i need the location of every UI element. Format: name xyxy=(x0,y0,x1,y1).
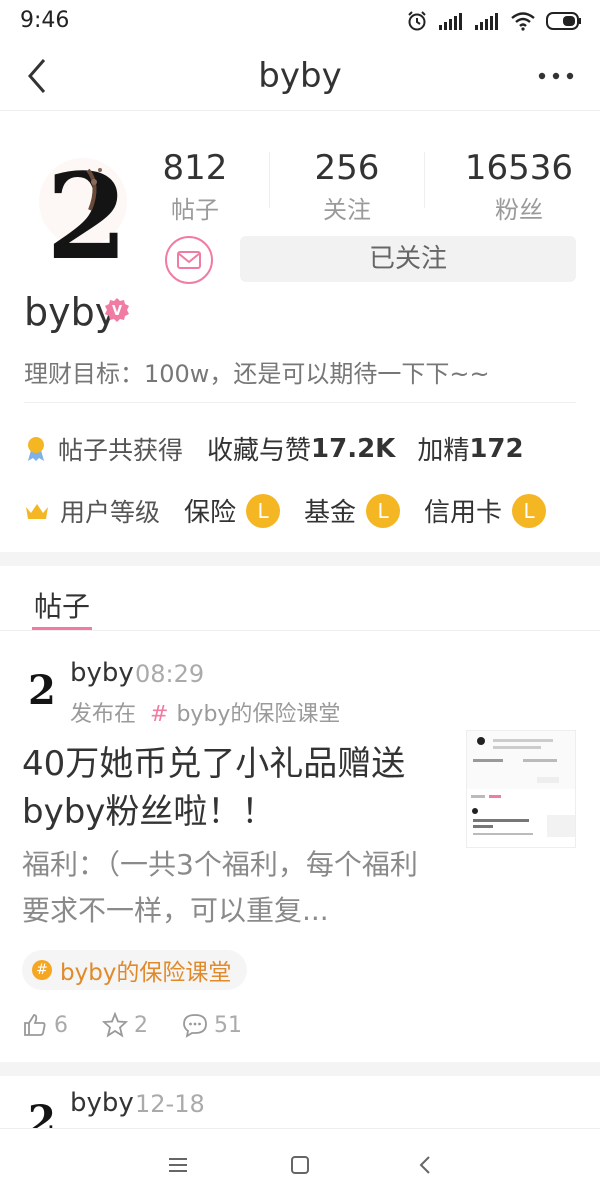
post-excerpt[interactable]: 福利：（一共3个福利，每个福利要求不一样，可以重复... xyxy=(22,842,432,934)
levels-row: 用户等级 保险 L 基金 L 信用卡 L xyxy=(24,492,547,529)
section-divider xyxy=(0,552,600,566)
back-icon[interactable] xyxy=(414,1153,438,1177)
profile-bio: 理财目标：100w，还是可以期待一下下~~ xyxy=(24,360,490,388)
avatar-image-icon: 2 xyxy=(28,667,56,708)
level-item-fund[interactable]: 基金 xyxy=(304,492,356,529)
status-time: 9:46 xyxy=(20,8,70,33)
star-icon xyxy=(102,1012,128,1038)
post-actions: 6 2 51 xyxy=(22,1012,276,1038)
favorite-button[interactable]: 2 xyxy=(102,1012,148,1038)
svg-text:2: 2 xyxy=(28,667,56,708)
likes-label: 收藏与赞 xyxy=(207,436,312,466)
status-bar: 9:46 xyxy=(0,0,600,44)
post-tag-label: byby的保险课堂 xyxy=(60,960,232,986)
favorite-count: 2 xyxy=(134,1012,148,1038)
post-author[interactable]: byby xyxy=(70,1088,134,1118)
hash-icon: # xyxy=(150,702,169,727)
divider xyxy=(24,402,576,403)
battery-icon xyxy=(546,12,581,30)
stat-fans[interactable]: 16536 粉丝 xyxy=(449,148,589,225)
home-icon[interactable] xyxy=(288,1153,312,1177)
likes-value: 17.2K xyxy=(311,433,396,464)
avatar[interactable]: 2 xyxy=(28,140,138,270)
post-topic[interactable]: byby的保险课堂 xyxy=(176,702,340,727)
stat-fans-label: 粉丝 xyxy=(495,196,543,224)
menu-icon[interactable] xyxy=(166,1153,190,1177)
achievements-row: 帖子共获得 收藏与赞 17.2K 加精 172 xyxy=(24,430,524,467)
medal-icon xyxy=(28,436,44,461)
achievements-label: 帖子共获得 xyxy=(58,435,184,465)
more-options-icon[interactable] xyxy=(536,66,576,86)
page-title: byby xyxy=(258,56,342,96)
message-button[interactable] xyxy=(165,236,213,284)
stat-following[interactable]: 256 关注 xyxy=(277,148,417,225)
featured-label: 加精 xyxy=(417,436,470,466)
mail-icon xyxy=(177,251,201,269)
levels-label: 用户等级 xyxy=(60,497,161,527)
stat-posts-label: 帖子 xyxy=(171,196,219,224)
verified-badge-icon: V xyxy=(105,298,129,322)
divider xyxy=(0,630,600,631)
signal-icon-2 xyxy=(475,13,498,30)
thumbs-up-icon xyxy=(24,1014,46,1036)
stat-following-label: 关注 xyxy=(323,196,371,224)
topic-hash-icon: # xyxy=(32,960,52,980)
comment-count: 51 xyxy=(214,1012,242,1038)
comment-icon xyxy=(183,1014,207,1038)
level-badge: L xyxy=(366,493,401,528)
post-avatar[interactable]: 2 xyxy=(22,666,58,708)
post-divider xyxy=(0,1062,600,1076)
stat-fans-value: 16536 xyxy=(464,148,574,188)
stat-divider xyxy=(424,152,425,208)
wifi-icon xyxy=(511,12,535,31)
crown-icon xyxy=(26,503,48,519)
post-time: 08:29 xyxy=(135,660,205,688)
posted-in-label: 发布在 xyxy=(70,702,137,727)
like-button[interactable]: 6 xyxy=(22,1012,68,1038)
post-author[interactable]: byby xyxy=(70,658,134,688)
stat-posts[interactable]: 812 帖子 xyxy=(125,148,265,225)
post-thumbnail[interactable] xyxy=(466,730,576,848)
avatar-image-icon: 2 xyxy=(39,147,128,270)
tab-posts[interactable]: 帖子 xyxy=(34,585,90,625)
like-count: 6 xyxy=(54,1012,68,1038)
signal-icon xyxy=(439,13,462,30)
system-nav-bar xyxy=(0,1128,600,1201)
featured-value: 172 xyxy=(469,433,524,464)
level-item-credit-card[interactable]: 信用卡 xyxy=(424,492,502,529)
stat-divider xyxy=(269,152,270,208)
comment-button[interactable]: 51 xyxy=(182,1012,242,1038)
level-badge: L xyxy=(512,493,547,528)
svg-text:V: V xyxy=(112,304,122,319)
level-badge: L xyxy=(246,493,281,528)
top-nav: byby xyxy=(0,44,600,111)
post-title[interactable]: 40万她币兑了小礼品赠送byby粉丝啦！！ xyxy=(22,740,442,836)
post-tag[interactable]: # byby的保险课堂 xyxy=(22,950,248,990)
alarm-icon xyxy=(408,11,426,31)
post-topic-line: 发布在 # byby的保险课堂 xyxy=(70,696,340,728)
stat-following-value: 256 xyxy=(314,148,380,188)
follow-button[interactable]: 已关注 xyxy=(240,236,576,282)
svg-text:2: 2 xyxy=(46,147,128,270)
level-item-insurance[interactable]: 保险 xyxy=(184,492,236,529)
thumbnail-image-icon xyxy=(467,731,575,847)
stat-posts-value: 812 xyxy=(162,148,228,188)
post-time: 12-18 xyxy=(135,1090,205,1118)
status-icons xyxy=(406,8,582,34)
